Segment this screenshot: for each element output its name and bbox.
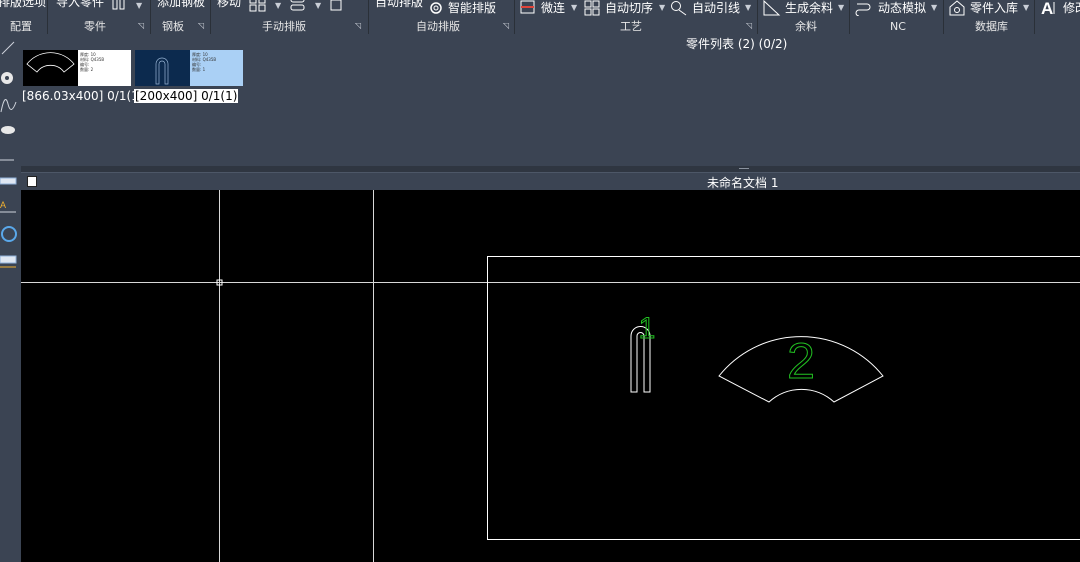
group-plate-label: 钢板 <box>162 20 184 33</box>
group-remnant-label: 余料 <box>795 20 817 33</box>
steel-plate[interactable] <box>487 256 1080 540</box>
chevron-down-icon[interactable]: ▼ <box>838 4 845 12</box>
smart-nest-button[interactable]: 智能排版 <box>448 1 496 15</box>
chevron-down-icon[interactable]: ▼ <box>275 2 282 10</box>
simulation-icon <box>855 0 873 17</box>
text-tool-icon[interactable]: A <box>0 200 16 213</box>
chevron-down-icon[interactable]: ▼ <box>1023 4 1030 12</box>
cut-sequence-icon <box>584 0 600 16</box>
group-process-label: 工艺 <box>620 20 642 33</box>
auto-leadin-button[interactable]: 自动引线 <box>692 1 740 15</box>
chevron-down-icon[interactable]: ▼ <box>659 4 666 12</box>
auto-sequence-button[interactable]: 自动切序 <box>605 1 653 15</box>
group-config-label: 配置 <box>10 20 32 33</box>
chevron-down-icon[interactable]: ▼ <box>136 2 143 10</box>
chevron-down-icon[interactable]: ▼ <box>745 4 752 12</box>
gear-icon <box>428 0 444 16</box>
parts-list-title: 零件列表 (2) (0/2) <box>686 37 788 51</box>
group-nc-label: NC <box>890 20 906 33</box>
parts-list-panel: 零件列表 (2) (0/2) 厚度: 10 材料: Q435B 编号: 数量: … <box>21 36 1080 166</box>
dialog-launcher-icon[interactable]: ◹ <box>198 22 205 30</box>
document-title: 未命名文档 1 <box>707 176 779 190</box>
micro-joint-icon <box>520 0 536 16</box>
part-thumbnail-selected[interactable]: 厚度: 10 材料: Q435B 编号: 数量: 1 <box>135 50 243 86</box>
part-info: 厚度: 10 材料: Q435B 编号: 数量: 2 <box>80 52 105 72</box>
database-icon <box>948 0 966 16</box>
drawing-toolbar: A <box>0 36 22 562</box>
rotate-part-icon[interactable] <box>330 0 346 13</box>
align-icon[interactable] <box>290 0 306 13</box>
part-label: 2 <box>787 333 815 389</box>
import-part-button[interactable]: 导入零件 <box>56 0 104 9</box>
modify-button[interactable]: 修改 <box>1063 1 1080 15</box>
dialog-launcher-icon[interactable]: ◹ <box>355 22 362 30</box>
measure-tool-icon[interactable] <box>0 255 17 268</box>
svg-text:A: A <box>1041 0 1053 17</box>
dialog-launcher-icon[interactable]: ◹ <box>138 22 145 30</box>
part-grid-icon[interactable] <box>112 0 126 10</box>
group-auto-nest-label: 自动排版 <box>416 20 460 33</box>
group-database-label: 数据库 <box>975 20 1008 33</box>
document-tab-bar: 未命名文档 1 <box>21 172 1080 191</box>
arrange-grid-icon[interactable] <box>249 0 267 13</box>
micro-joint-button[interactable]: 微连 <box>541 1 565 15</box>
part-caption-selected[interactable]: [200x400] 0/1(1) <box>134 89 239 103</box>
circle-tool-icon[interactable] <box>1 72 13 84</box>
lead-in-icon <box>670 0 688 16</box>
rotate-tool-icon[interactable] <box>1 226 17 242</box>
chevron-down-icon[interactable]: ▼ <box>571 4 578 12</box>
chevron-down-icon[interactable]: ▼ <box>931 4 938 12</box>
spline-tool-icon[interactable] <box>0 99 17 113</box>
dialog-launcher-icon[interactable]: ◹ <box>503 22 510 30</box>
nest-options-button[interactable]: 排版选项 <box>0 0 46 9</box>
part-thumbnail[interactable]: 厚度: 10 材料: Q435B 编号: 数量: 2 <box>23 50 131 86</box>
generate-remnant-button[interactable]: 生成余料 <box>785 1 833 15</box>
drawing-canvas[interactable]: 1 2 <box>21 190 1080 562</box>
ribbon-toolbar: 排版选项 配置 导入零件 ▼ 零件 ◹ 添加钢板 钢板 ◹ 移动 ▼ ▼ 手动排… <box>0 0 1080 37</box>
part-info: 厚度: 10 材料: Q435B 编号: 数量: 1 <box>192 52 217 72</box>
auto-nest-button[interactable]: 自动排版 <box>375 0 423 9</box>
document-icon[interactable] <box>27 176 37 187</box>
move-button[interactable]: 移动 <box>217 0 241 9</box>
part-to-database-button[interactable]: 零件入库 <box>970 1 1018 15</box>
text-edit-icon: A <box>1041 0 1061 18</box>
line-tool-icon[interactable] <box>1 41 15 55</box>
group-manual-nest-label: 手动排版 <box>262 20 306 33</box>
part-label: 1 <box>639 312 656 345</box>
ellipse-tool-icon[interactable] <box>1 126 15 134</box>
rectangle-tool-icon[interactable] <box>0 177 17 185</box>
remnant-icon <box>763 0 781 16</box>
chevron-down-icon[interactable]: ▼ <box>315 2 322 10</box>
group-parts-label: 零件 <box>84 20 106 33</box>
dialog-launcher-icon[interactable]: ◹ <box>746 22 753 30</box>
dynamic-simulation-button[interactable]: 动态模拟 <box>878 1 926 15</box>
splitter-grip <box>739 168 749 169</box>
add-plate-button[interactable]: 添加钢板 <box>157 0 205 9</box>
svg-text:A: A <box>0 200 6 210</box>
part-caption[interactable]: [866.03x400] 0/1(1) <box>22 89 143 103</box>
